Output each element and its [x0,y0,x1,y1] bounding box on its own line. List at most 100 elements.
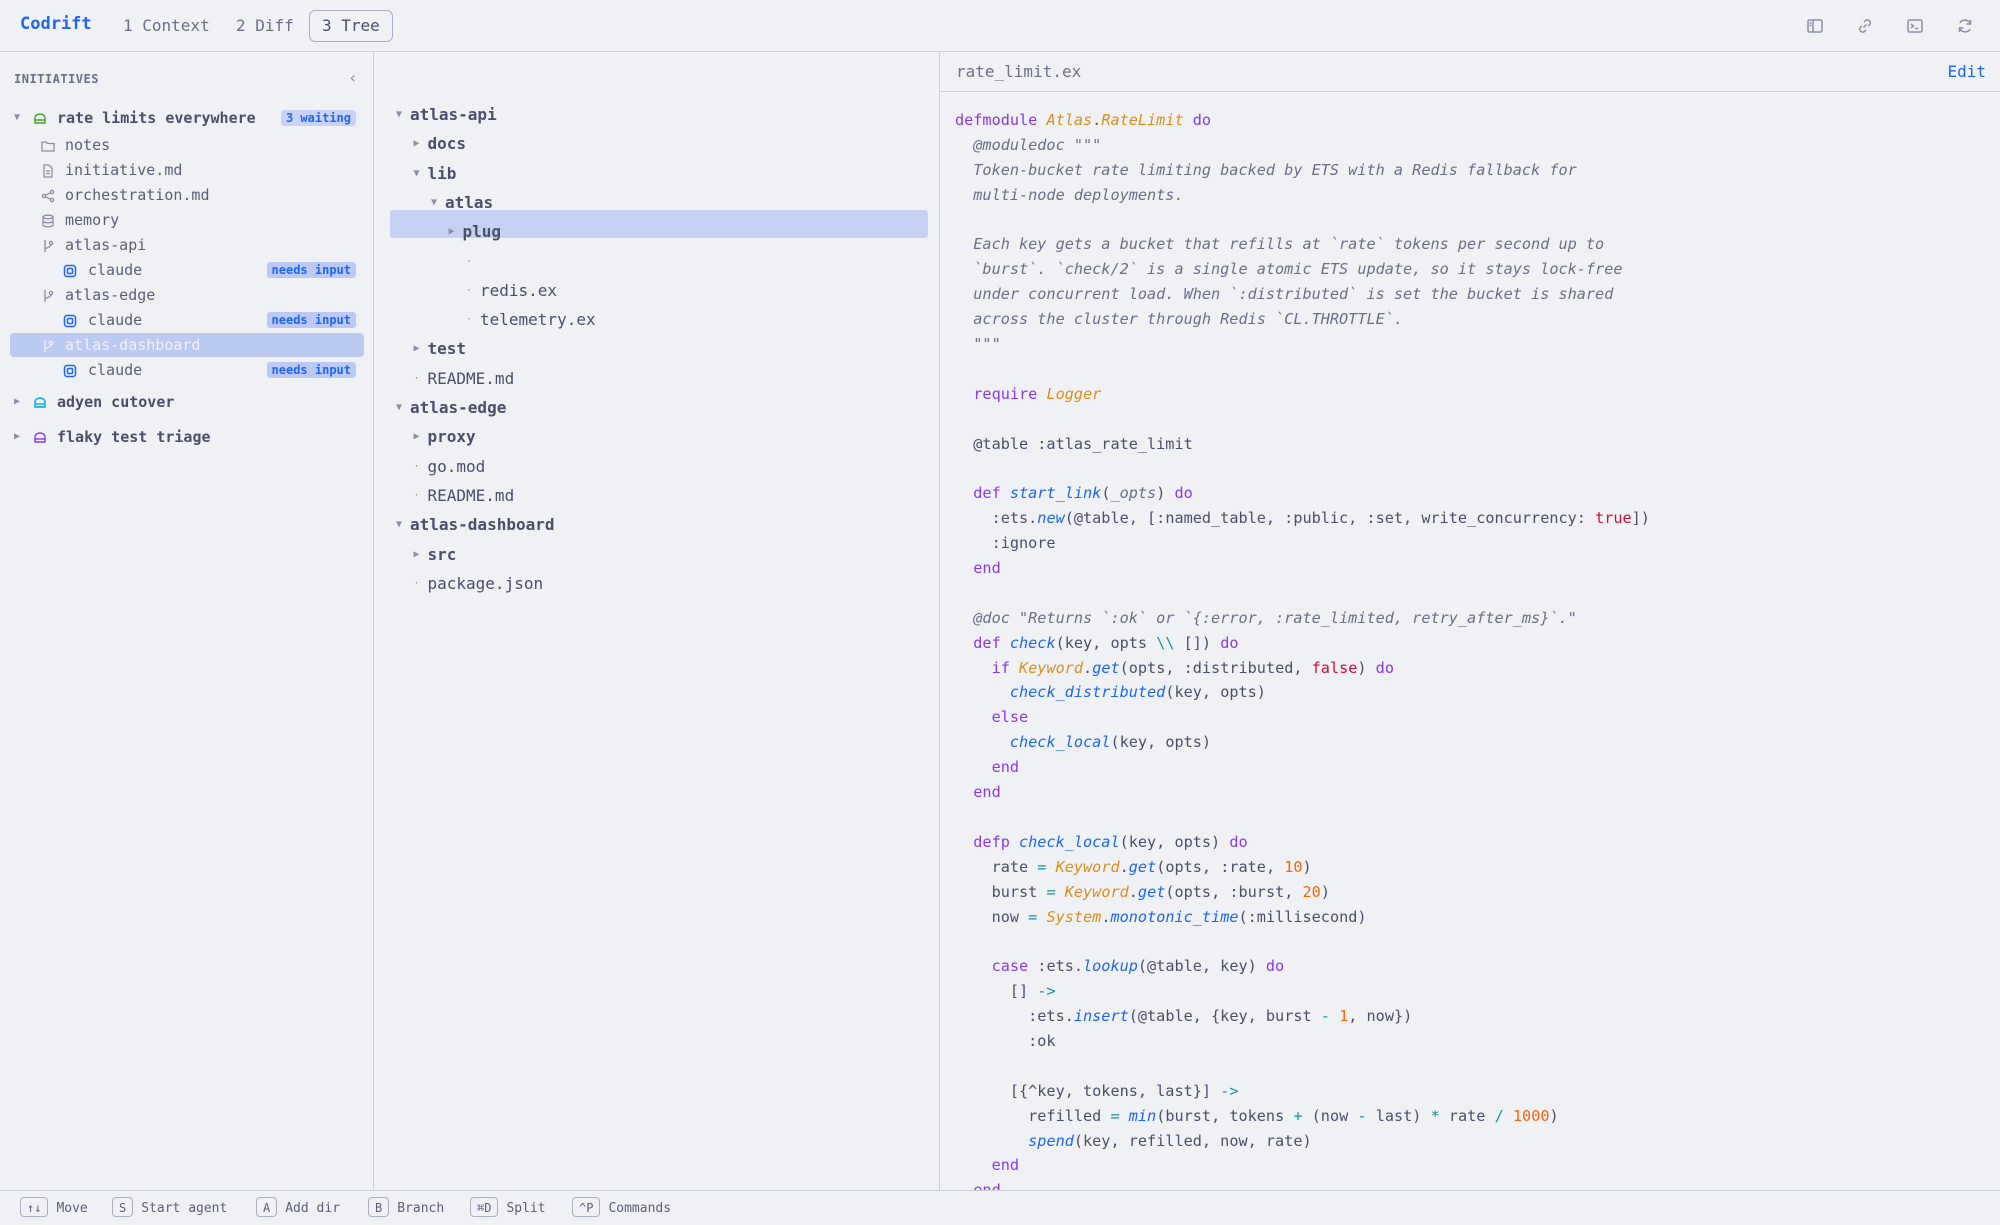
code-line: [] -> [955,979,1995,1004]
sidebar-item-label: claude [88,261,143,279]
code-token: end [955,1156,1020,1175]
sidebar-item-initiative-md[interactable]: initiative.md [10,158,364,182]
link-icon[interactable] [1855,16,1875,36]
folder-icon [40,137,56,153]
code-token: (@table, key) [1137,957,1257,976]
collapse-sidebar-icon[interactable]: ‹ [348,70,364,86]
code-token: spend [1028,1131,1074,1150]
code-token: / [1494,1106,1504,1125]
sidebar-item-atlas-edge[interactable]: atlas-edge [10,283,364,307]
shortcut-start-agent[interactable]: S Start agent [112,1197,227,1219]
code-token: = [1028,907,1038,926]
code-line: `burst`. `check/2` is a single atomic ET… [955,257,1995,282]
sidebar-icon[interactable] [1805,16,1825,36]
sidebar-item-orchestration-md[interactable]: orchestration.md [10,183,364,207]
sidebar-item-claude[interactable]: claude needs input [10,258,364,282]
code-token: , now}) [1348,1007,1413,1026]
code-token: \\ [1156,633,1175,652]
code-token: get [1128,857,1157,876]
sidebar-item-atlas-api[interactable]: atlas-api [10,233,364,257]
code-view[interactable]: defmodule Atlas.RateLimit do @moduledoc … [955,108,1995,1190]
code-token: true [1595,509,1632,528]
code-line: burst = Keyword.get(opts, :burst, 20) [955,880,1995,905]
agent-icon [62,262,78,278]
sidebar-item-notes[interactable]: notes [10,133,364,157]
code-token: end [955,783,1001,802]
tree-item-label: rate_limit.ex [480,251,606,271]
sidebar-item-label: orchestration.md [65,186,210,204]
tab-context[interactable]: 1 Context [110,10,223,42]
shortcut-commands[interactable]: ^P Commands [572,1197,671,1219]
initiative-rate-limits[interactable]: ▼ rate limits everywhere 3 waiting [10,106,364,130]
code-line: @moduledoc """ [955,133,1995,158]
shortcut-label: Commands [608,1201,672,1216]
code-token: Token-bucket rate limiting backed by ETS… [955,160,1577,179]
tab-diff[interactable]: 2 Diff [223,10,307,42]
folder-caret-icon: ▶ [413,138,420,150]
code-token: (burst, tokens [1156,1106,1294,1125]
chevron-down-icon[interactable]: ▼ [14,106,20,130]
code-token: Keyword [1055,857,1120,876]
shortcut-add-dir[interactable]: A Add dir [256,1197,340,1219]
folder-caret-icon: ▶ [413,548,420,560]
file-bullet-icon: · [413,489,420,501]
tree-item-label: telemetry.ex [480,310,596,330]
editor-header: rate_limit.ex Edit [940,52,2000,92]
code-line: :ets.insert(@table, {key, burst - 1, now… [955,1004,1995,1029]
edit-button[interactable]: Edit [1947,62,1986,81]
tree-item-label: atlas-dashboard [410,515,555,535]
code-token: end [955,1181,1000,1190]
initiative-name: adyen cutover [57,393,175,411]
refresh-icon[interactable] [1955,16,1975,36]
agent-icon [62,362,78,378]
sidebar-item-memory[interactable]: memory [10,208,364,232]
code-token: . [1083,658,1093,677]
code-token: - [1357,1106,1367,1125]
code-token: lookup [1083,957,1138,976]
code-line: refilled = min(burst, tokens + (now - la… [955,1104,1995,1129]
app-brand[interactable]: Codrift [20,14,92,34]
folder-caret-icon: ▶ [413,431,420,443]
code-token: check_local [1009,733,1111,752]
shortcut-label: Add dir [285,1201,341,1216]
initiative-icon [32,429,48,445]
code-token: now [955,907,1029,926]
code-line: across the cluster through Redis `CL.THR… [955,307,1995,332]
shortcut-split[interactable]: ⌘D Split [470,1197,546,1219]
sidebar-item-claude[interactable]: claude needs input [10,308,364,332]
code-token: case [955,957,1038,976]
code-token: 10 [1284,857,1303,876]
initiative-adyen-cutover[interactable]: ▶ adyen cutover [10,390,364,414]
file-bullet-icon: · [413,372,420,384]
chevron-right-icon[interactable]: ▶ [14,390,20,414]
code-token: false [1311,658,1358,677]
terminal-icon[interactable] [1905,16,1925,36]
sidebar-item-atlas-dashboard[interactable]: atlas-dashboard [10,333,364,357]
code-token: (@table, {key, burst [1128,1007,1321,1026]
file-bullet-icon: · [413,460,420,472]
initiative-icon [32,110,48,126]
sidebar-item-claude[interactable]: claude needs input [10,358,364,382]
branch-icon [40,287,56,303]
code-token: (opts, :distributed, [1119,658,1312,677]
initiative-flaky-test-triage[interactable]: ▶ flaky test triage [10,425,364,449]
code-token: defp [955,832,1020,851]
needs-input-badge: needs input [266,312,356,328]
tree-item-label: src [427,544,457,564]
code-line: case :ets.lookup(@table, key) do [955,954,1995,979]
folder-caret-icon: ▶ [413,343,420,355]
shortcut-move[interactable]: ↑↓ Move [20,1197,88,1219]
code-token: if [955,658,1020,677]
code-token: . [1119,857,1129,876]
code-token: `burst`. `check/2` is a single atomic ET… [955,260,1623,279]
shortcut-branch[interactable]: B Branch [368,1197,444,1219]
tab-tree[interactable]: 3 Tree [309,10,393,42]
folder-caret-icon: ▼ [396,109,403,120]
code-token: start_link [1009,484,1102,503]
chevron-right-icon[interactable]: ▶ [14,425,20,449]
